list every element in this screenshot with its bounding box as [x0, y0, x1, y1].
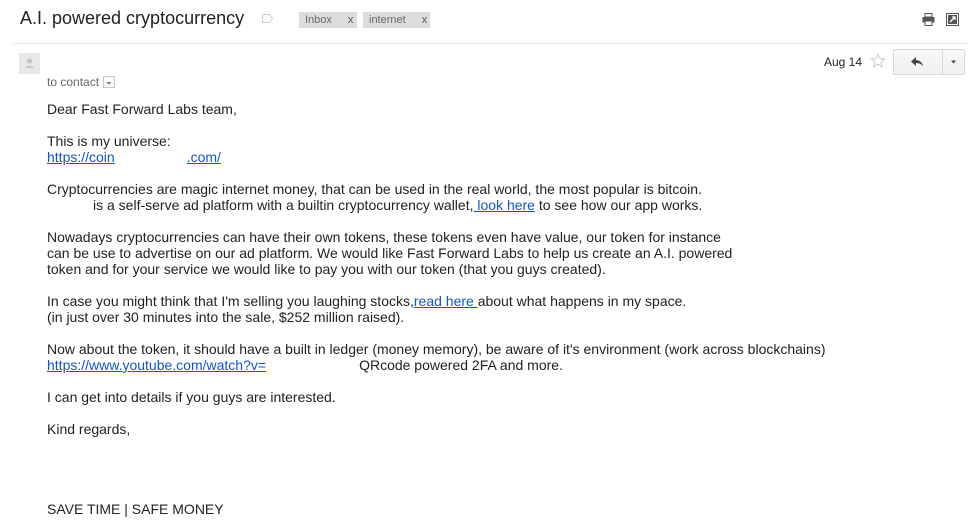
- paragraph-2-line-2: can be use to advertise on our ad platfo…: [47, 245, 733, 261]
- look-here-link[interactable]: look here: [473, 197, 535, 213]
- youtube-link[interactable]: https://www.youtube.com/watch?v=: [47, 357, 266, 373]
- new-window-icon[interactable]: [946, 13, 959, 26]
- greeting: Dear Fast Forward Labs team,: [47, 101, 237, 117]
- chevron-down-icon: [106, 82, 112, 85]
- paragraph-1-line-1: Cryptocurrencies are magic internet mone…: [47, 181, 702, 197]
- paragraph-3-line-2: (in just over 30 minutes into the sale, …: [47, 309, 405, 325]
- paragraph-1-text: is a self-serve ad platform with a built…: [93, 197, 474, 213]
- read-here-link[interactable]: read here: [414, 293, 478, 309]
- paragraph-2-line-3: token and for your service we would like…: [47, 261, 606, 277]
- paragraph-1-line-2: is a self-serve ad platform with a built…: [93, 197, 702, 213]
- recipient-details-dropdown[interactable]: [103, 76, 116, 88]
- paragraph-3-text-end: about what happens in my space.: [477, 293, 687, 309]
- reply-icon: [911, 57, 923, 67]
- signature: SAVE TIME | SAFE MONEY: [47, 501, 224, 517]
- remove-label-internet-button[interactable]: x: [422, 14, 428, 26]
- closing: Kind regards,: [47, 421, 131, 437]
- more-options-button[interactable]: [942, 49, 965, 75]
- label-tag-icon[interactable]: [262, 14, 273, 23]
- label-chip-internet[interactable]: internet x: [363, 12, 430, 28]
- avatar-icon: [19, 53, 40, 74]
- print-icon[interactable]: [922, 13, 935, 26]
- paragraph-3-text: In case you might think that I'm selling…: [47, 293, 414, 309]
- paragraph-3-line-1: In case you might think that I'm selling…: [47, 293, 686, 309]
- label-chip-inbox-text: Inbox: [305, 14, 332, 26]
- message-date: Aug 14: [824, 55, 863, 69]
- star-icon[interactable]: [870, 53, 886, 69]
- universe-intro: This is my universe:: [47, 133, 171, 149]
- paragraph-2-line-1: Nowadays cryptocurrencies can have their…: [47, 229, 721, 245]
- label-chip-inbox[interactable]: Inbox x: [299, 12, 357, 28]
- email-subject: A.I. powered cryptocurrency: [20, 8, 245, 28]
- paragraph-4-text-end: QRcode powered 2FA and more.: [359, 357, 563, 373]
- paragraph-5: I can get into details if you guys are i…: [47, 389, 336, 405]
- remove-label-inbox-button[interactable]: x: [348, 14, 354, 26]
- recipient-line: to contact: [47, 75, 116, 89]
- universe-link-line: https://coin .com/: [47, 149, 221, 165]
- header-divider: [13, 43, 967, 44]
- universe-link[interactable]: https://coin .com/: [47, 149, 221, 165]
- recipient-text: to contact: [47, 75, 100, 89]
- paragraph-1-text-end: to see how our app works.: [534, 197, 703, 213]
- label-chip-internet-text: internet: [369, 14, 406, 26]
- paragraph-4-line-2: https://www.youtube.com/watch?v= QRcode p…: [47, 357, 563, 373]
- reply-button[interactable]: [893, 49, 942, 75]
- paragraph-4-line-1: Now about the token, it should have a bu…: [47, 341, 826, 357]
- more-dropdown-icon: [951, 60, 956, 64]
